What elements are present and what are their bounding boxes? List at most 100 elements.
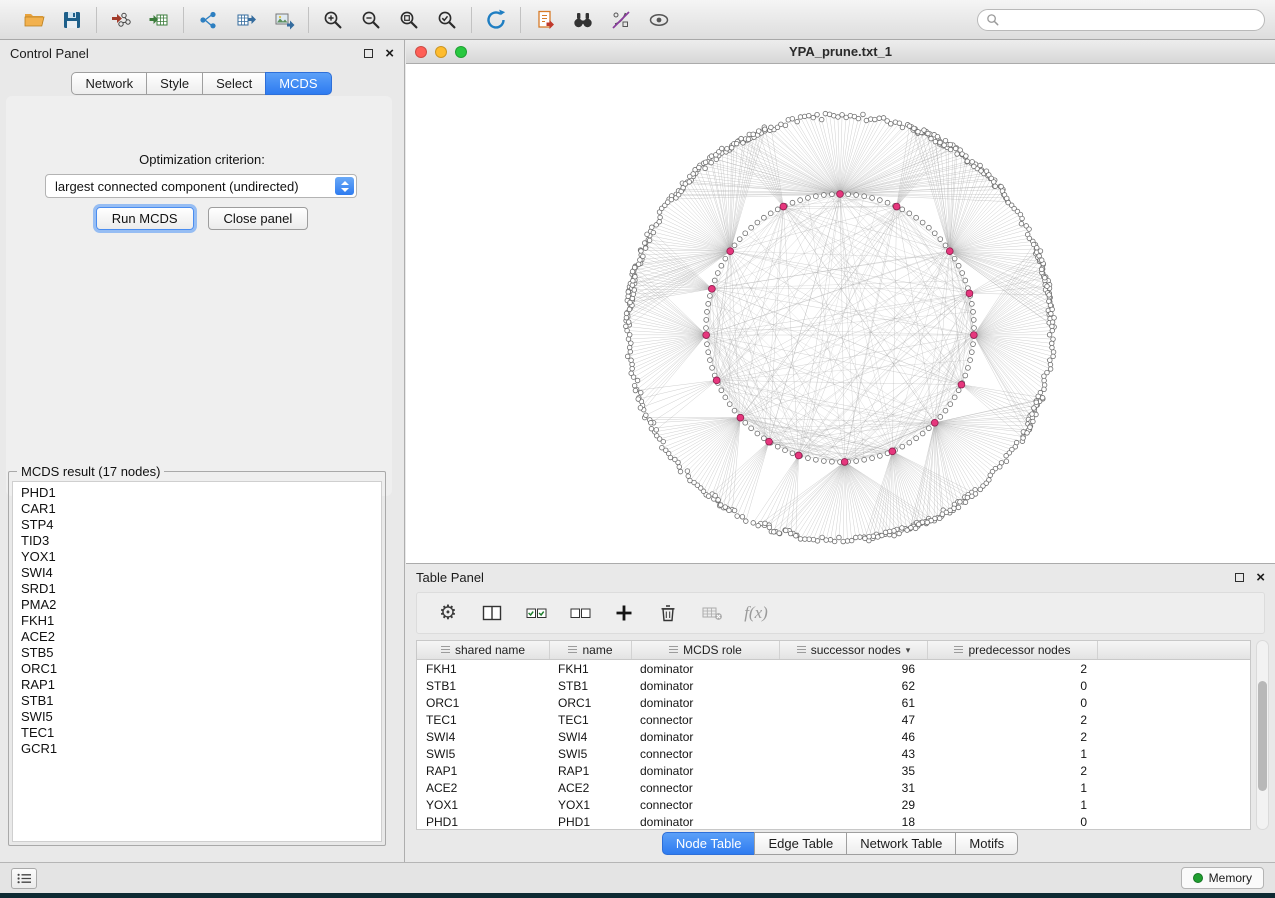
export-network-button[interactable] xyxy=(193,6,223,34)
close-window-icon[interactable] xyxy=(415,46,427,58)
table-panel-header: Table Panel × xyxy=(406,564,1275,590)
share-network-icon xyxy=(197,9,219,31)
search-input[interactable] xyxy=(1004,13,1256,27)
column-header-shared-name[interactable]: shared name xyxy=(417,641,550,659)
mcds-result-item[interactable]: RAP1 xyxy=(21,677,373,693)
table-row[interactable]: ACE2ACE2connector311 xyxy=(417,779,1250,796)
float-panel-icon[interactable] xyxy=(364,49,373,58)
table-row[interactable]: ORC1ORC1dominator610 xyxy=(417,694,1250,711)
table-settings-button[interactable]: ⚙ xyxy=(431,599,465,627)
share-document-button[interactable] xyxy=(530,6,560,34)
mcds-result-item[interactable]: PHD1 xyxy=(21,485,373,501)
mcds-result-list[interactable]: PHD1CAR1STP4TID3YOX1SWI4SRD1PMA2FKH1ACE2… xyxy=(12,481,382,842)
mcds-result-item[interactable]: STB5 xyxy=(21,645,373,661)
table-panel: Table Panel × ⚙ xyxy=(406,563,1275,862)
table-row[interactable]: SWI5SWI5connector431 xyxy=(417,745,1250,762)
show-hide-button[interactable] xyxy=(644,6,674,34)
zoom-group xyxy=(309,6,471,34)
mcds-result-item[interactable]: SRD1 xyxy=(21,581,373,597)
hide-annotations-button[interactable] xyxy=(606,6,636,34)
desktop-background: { "colors": { "accent": "#2e7bf0", "hub"… xyxy=(0,0,1275,898)
close-panel-button[interactable]: Close panel xyxy=(208,207,309,230)
close-panel-icon[interactable]: × xyxy=(385,46,394,61)
mcds-result-item[interactable]: SWI5 xyxy=(21,709,373,725)
refresh-icon xyxy=(484,8,508,32)
table-row[interactable]: RAP1RAP1dominator352 xyxy=(417,762,1250,779)
task-history-button[interactable] xyxy=(11,868,37,889)
tab-network-table[interactable]: Network Table xyxy=(846,832,956,855)
column-header-MCDS-role[interactable]: MCDS role xyxy=(632,641,780,659)
import-network-button[interactable] xyxy=(106,6,136,34)
mcds-result-item[interactable]: FKH1 xyxy=(21,613,373,629)
table-panel-title: Table Panel xyxy=(416,570,484,585)
memory-status-icon xyxy=(1193,873,1203,883)
function-builder-button[interactable]: f(x) xyxy=(739,599,773,627)
mcds-result-item[interactable]: TID3 xyxy=(21,533,373,549)
run-mcds-button[interactable]: Run MCDS xyxy=(96,207,194,230)
criterion-value: largest connected component (undirected) xyxy=(55,179,299,194)
float-table-panel-icon[interactable] xyxy=(1235,573,1244,582)
table-row[interactable]: PHD1PHD1dominator180 xyxy=(417,813,1250,830)
dropdown-stepper-icon xyxy=(335,177,354,195)
zoom-fit-button[interactable] xyxy=(394,6,424,34)
mcds-result-item[interactable]: TEC1 xyxy=(21,725,373,741)
add-column-button[interactable] xyxy=(607,599,641,627)
column-header-name[interactable]: name xyxy=(550,641,632,659)
tab-style[interactable]: Style xyxy=(146,72,203,95)
table-scrollbar[interactable] xyxy=(1256,640,1269,830)
zoom-selected-button[interactable] xyxy=(432,6,462,34)
network-canvas[interactable] xyxy=(406,64,1275,563)
tab-motifs[interactable]: Motifs xyxy=(955,832,1018,855)
mcds-result-item[interactable]: STB1 xyxy=(21,693,373,709)
table-row[interactable]: YOX1YOX1connector291 xyxy=(417,796,1250,813)
mcds-result-item[interactable]: GCR1 xyxy=(21,741,373,757)
first-neighbors-button[interactable] xyxy=(568,6,598,34)
export-table-button[interactable] xyxy=(231,6,261,34)
import-table-button[interactable] xyxy=(144,6,174,34)
deselect-all-button[interactable] xyxy=(563,599,597,627)
show-columns-button[interactable] xyxy=(475,599,509,627)
delete-column-button[interactable] xyxy=(651,599,685,627)
network-graph[interactable] xyxy=(406,64,1275,563)
save-session-button[interactable] xyxy=(57,6,87,34)
tab-edge-table[interactable]: Edge Table xyxy=(754,832,847,855)
tab-node-table[interactable]: Node Table xyxy=(662,832,756,855)
deselect-all-icon xyxy=(569,602,592,624)
select-all-button[interactable] xyxy=(519,599,553,627)
column-header-predecessor-nodes[interactable]: predecessor nodes xyxy=(928,641,1098,659)
mcds-result-item[interactable]: STP4 xyxy=(21,517,373,533)
clear-table-button[interactable] xyxy=(695,599,729,627)
minimize-window-icon[interactable] xyxy=(435,46,447,58)
export-image-button[interactable] xyxy=(269,6,299,34)
table-row[interactable]: SWI4SWI4dominator462 xyxy=(417,728,1250,745)
zoom-in-button[interactable] xyxy=(318,6,348,34)
memory-label: Memory xyxy=(1209,871,1252,885)
main-toolbar xyxy=(0,0,1275,40)
column-type-icon xyxy=(669,646,678,654)
table-row[interactable]: TEC1TEC1connector472 xyxy=(417,711,1250,728)
mcds-result-item[interactable]: YOX1 xyxy=(21,549,373,565)
mcds-result-item[interactable]: ORC1 xyxy=(21,661,373,677)
mcds-result-item[interactable]: SWI4 xyxy=(21,565,373,581)
maximize-window-icon[interactable] xyxy=(455,46,467,58)
apply-layout-button[interactable] xyxy=(481,6,511,34)
tab-network[interactable]: Network xyxy=(71,72,147,95)
zoom-selected-icon xyxy=(436,9,458,31)
zoom-out-button[interactable] xyxy=(356,6,386,34)
app-window: Control Panel × NetworkStyleSelectMCDS O… xyxy=(0,0,1275,893)
criterion-dropdown[interactable]: largest connected component (undirected) xyxy=(45,174,357,198)
tab-mcds[interactable]: MCDS xyxy=(265,72,331,95)
select-all-icon xyxy=(525,602,548,624)
list-icon xyxy=(17,873,32,884)
mcds-result-item[interactable]: PMA2 xyxy=(21,597,373,613)
close-table-panel-icon[interactable]: × xyxy=(1256,570,1265,585)
tab-select[interactable]: Select xyxy=(202,72,266,95)
mcds-result-item[interactable]: CAR1 xyxy=(21,501,373,517)
table-scrollbar-thumb[interactable] xyxy=(1258,681,1267,791)
memory-button[interactable]: Memory xyxy=(1181,867,1264,889)
column-header-successor-nodes[interactable]: successor nodes▾ xyxy=(780,641,928,659)
open-file-button[interactable] xyxy=(19,6,49,34)
table-row[interactable]: FKH1FKH1dominator962 xyxy=(417,660,1250,677)
table-row[interactable]: STB1STB1dominator620 xyxy=(417,677,1250,694)
mcds-result-item[interactable]: ACE2 xyxy=(21,629,373,645)
